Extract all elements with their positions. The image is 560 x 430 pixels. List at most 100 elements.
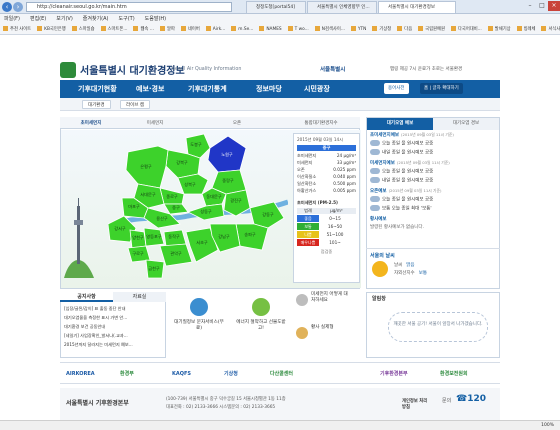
forward-button[interactable]: › — [13, 2, 23, 12]
district-label: 양천구 — [132, 234, 144, 241]
tab-pm10[interactable]: 미세먼지 — [130, 118, 180, 129]
menu-item[interactable]: 도움말(H) — [145, 16, 166, 22]
home-zoom-button[interactable]: 홈 | 글자 확대하기 — [420, 83, 463, 94]
seoul-district-map[interactable]: 도봉구노원구강북구은평구성북구중랑구종로구 동대문구서대문구마포구광진구중구성동구… — [108, 132, 288, 282]
district-label: 송파구 — [244, 231, 256, 238]
district-songpa[interactable] — [235, 223, 269, 251]
menu-item[interactable]: 파일(F) — [4, 16, 20, 22]
service-banner[interactable]: 에너지 절약하고 선물도받고! — [232, 292, 290, 358]
favorite-icon — [287, 26, 293, 31]
favorites-bar: 추천 사이트 KB국민은행 스마일숍 스마트폰... 웹속 … 알파 네이버 Airk... m… — [0, 24, 560, 35]
district-label: 관악구 — [170, 250, 182, 257]
site-title[interactable]: 서울특별시 대기환경정보 — [80, 62, 185, 77]
favorite-link[interactable]: 국립원예원 — [418, 26, 445, 32]
partner-logo[interactable]: 다산콜센터 — [270, 368, 293, 380]
notice-item[interactable]: 대기환경 보건 공동안내 — [64, 324, 164, 330]
forecast-line: 오늘 종일 물 원시예보 공중 — [370, 196, 498, 203]
maximize-icon[interactable]: □ — [536, 1, 548, 11]
address-bar[interactable]: http://cleanair.seoul.go.kr/main.htm — [26, 2, 232, 12]
nav-item-citizen[interactable]: 시민광장 — [304, 80, 330, 98]
favorite-link[interactable]: 다국어대비... — [450, 26, 482, 32]
favorite-label: m.Se... — [238, 27, 254, 32]
weather-value: 보통 — [418, 271, 427, 276]
forecast-header: 오존예보 (2015년 09월 03일 11시 기준) — [370, 188, 498, 194]
notice-item[interactable]: [입장/글된/갑이] 표 출동 중단 안내 — [64, 306, 164, 312]
favorite-label: 네이버 — [187, 27, 200, 32]
weather-value: 맑음 — [406, 263, 415, 268]
favorite-link[interactable]: NAMES — [259, 26, 282, 32]
tab-ozone[interactable]: 오존 — [212, 118, 262, 129]
nav-item-air-status[interactable]: 기후대기현황 — [78, 80, 117, 98]
favorite-link[interactable]: N검색사이... — [314, 26, 345, 32]
cloud-icon — [370, 148, 380, 155]
favorite-link[interactable]: Airk... — [205, 26, 225, 32]
favorite-icon — [231, 26, 237, 31]
tab-label: 서울특별시 인체영향부 인... — [317, 5, 370, 10]
tab-pm25[interactable]: 초미세먼지 — [62, 118, 120, 129]
menu-item[interactable]: 즐겨찾기(A) — [83, 16, 109, 22]
tab-archive[interactable]: 자료실 — [113, 292, 166, 302]
favorite-link[interactable]: KB국민은행 — [37, 26, 66, 32]
tab-forecast[interactable]: 대기오염 예보 — [367, 118, 433, 130]
notice-item[interactable]: [네일기] 사업장확인_발서나(.교과... — [64, 333, 164, 339]
service-banner[interactable]: 대기질정보 문자서비스(무료) — [170, 292, 228, 358]
tab-live-cam[interactable]: 라이브 캠 — [120, 100, 150, 109]
forecast-name[interactable]: 오존예보 — [370, 189, 387, 194]
cloud-icon — [370, 196, 380, 202]
tab-caqi[interactable]: 통합대기환경지수 — [286, 118, 356, 129]
tab-alert[interactable]: 대기오염 경보 — [433, 118, 499, 130]
nav-item-forecast[interactable]: 예보·경보 — [136, 80, 164, 98]
back-button[interactable]: ‹ — [2, 2, 12, 12]
favorite-icon — [350, 26, 356, 31]
favorite-link[interactable]: 발채기상 — [487, 26, 511, 32]
partner-logo[interactable]: 기후환경본부 — [380, 368, 408, 380]
favorite-link[interactable]: 네이버 — [180, 26, 200, 32]
forecast-name[interactable]: 초미세먼지예보 — [370, 133, 399, 138]
reading-value: 0.040 ppm — [333, 174, 356, 179]
favorite-link[interactable]: 스마일숍 — [71, 26, 95, 32]
seoul-city-logo[interactable]: 서울특별시 — [320, 65, 345, 73]
partner-logo[interactable]: AIRKOREA — [66, 368, 95, 380]
favorite-link[interactable]: T wo... — [287, 26, 309, 32]
favorite-link[interactable]: YTN — [350, 26, 366, 32]
favorite-link[interactable]: 추천 사이트 — [3, 26, 31, 32]
nav-item-info[interactable]: 정보마당 — [256, 80, 282, 98]
service-banner[interactable]: 황사 실제형 — [294, 325, 352, 356]
partner-logo[interactable]: 환경보전원회 — [440, 368, 468, 380]
partner-logo[interactable]: KAQFS — [172, 368, 191, 380]
favorite-link[interactable]: 웹속 … — [133, 26, 154, 32]
glossary-button[interactable]: 용어사전 — [384, 83, 409, 94]
notice-item[interactable]: 대기오염물을 측정한 표시 가변 안... — [64, 315, 164, 321]
partner-logo[interactable]: 기상청 — [224, 368, 238, 380]
zoom-level[interactable]: 100% — [541, 423, 554, 428]
favorite-link[interactable]: 서식사사 — [541, 26, 560, 32]
browser-tab-active[interactable]: 서울특별시 대기환경정보 — [378, 1, 456, 13]
hwangsa-title[interactable]: 황사예보 — [370, 216, 498, 222]
menu-item[interactable]: 도구(T) — [119, 16, 135, 22]
favorite-link[interactable]: 빙례체 — [516, 26, 535, 32]
favorite-link[interactable]: 기상청 — [372, 26, 391, 32]
call-number[interactable]: ☎120 — [456, 394, 486, 404]
favorite-link[interactable]: 스마트폰... — [100, 26, 127, 32]
close-icon[interactable]: × — [548, 1, 560, 11]
tab-notice[interactable]: 공지사항 — [60, 292, 113, 302]
partner-logo[interactable]: 환경부 — [120, 368, 134, 380]
nav-item-statistics[interactable]: 기후대기통계 — [188, 80, 227, 98]
reading-label: 일산화탄소 — [297, 181, 317, 186]
reading-row: 오존 0.025 ppm — [297, 167, 356, 173]
favorite-link[interactable]: m.Se... — [231, 26, 254, 32]
privacy-policy-link[interactable]: 개인정보 처리방침 — [402, 398, 428, 410]
notice-item[interactable]: 2015년까지 달라지는 미세먼지 예보... — [64, 342, 164, 348]
minimize-icon[interactable]: – — [524, 1, 536, 11]
menu-item[interactable]: 편집(E) — [30, 16, 46, 22]
info-timestamp: 2015년 09월 03일 14시 — [297, 137, 344, 142]
service-banner[interactable]: 미세먼지 어떻게 대처하세요 — [294, 292, 352, 323]
browser-tab[interactable]: 청정도청[portal54] — [246, 1, 306, 13]
favorite-link[interactable]: 알파 — [160, 26, 175, 32]
menu-item[interactable]: 보기(V) — [56, 16, 73, 22]
browser-tab[interactable]: 서울특별시 인체영향부 인... — [307, 1, 377, 13]
forecast-name[interactable]: 미세먼지예보 — [370, 161, 395, 166]
district-label: 용산구 — [156, 215, 168, 222]
tab-air-environment[interactable]: 대기환경 — [82, 100, 111, 109]
favorite-link[interactable]: 다음 — [397, 26, 412, 32]
